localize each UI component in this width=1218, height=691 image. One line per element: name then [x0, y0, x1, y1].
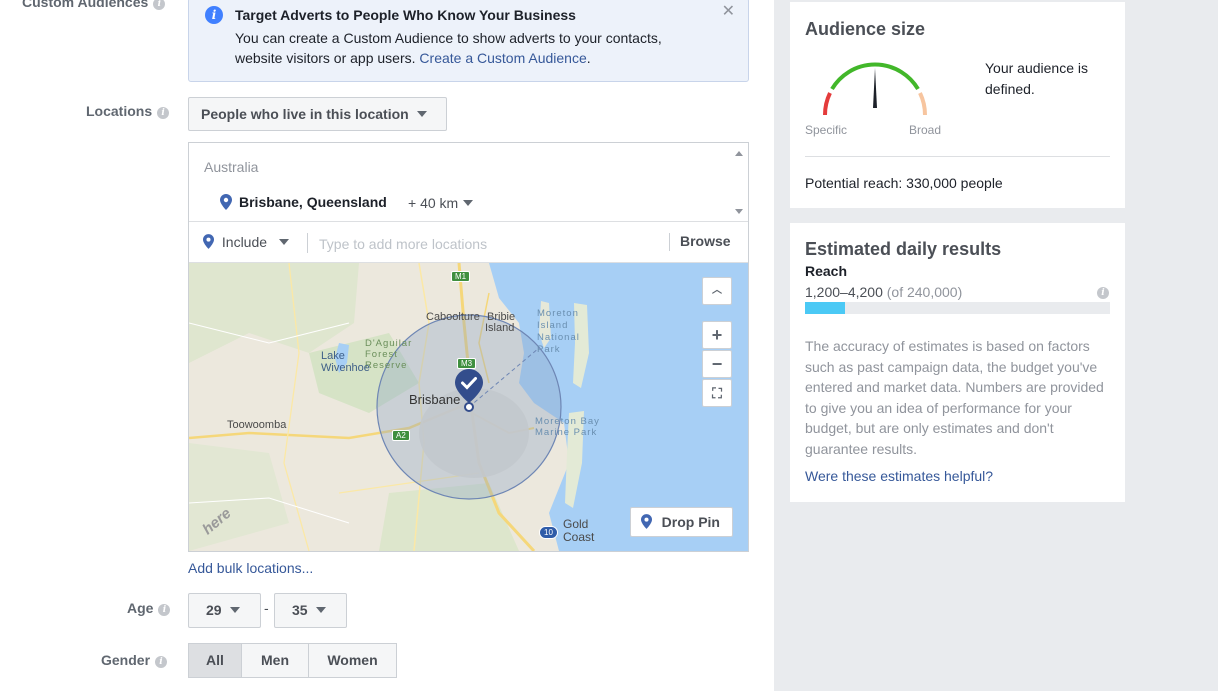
divider — [805, 156, 1110, 157]
browse-button[interactable]: Browse — [680, 233, 731, 249]
chevron-down-icon — [416, 111, 427, 117]
map-label-gold-coast: Gold Coast — [563, 517, 595, 544]
map-label-lake-wivenhoe: Lake Wivenhoe — [321, 350, 370, 374]
age-label: Age i — [127, 600, 171, 616]
radius-dropdown[interactable]: + 40 km — [408, 195, 474, 211]
gender-label: Gender i — [101, 652, 168, 668]
map-label-daguilar: D'Aguilar Forest Reserve — [365, 338, 413, 371]
notice-body: You can create a Custom Audience to show… — [235, 28, 705, 68]
include-label: Include — [221, 234, 268, 250]
page: Custom Audiences i i Target Adverts to Pe… — [0, 0, 1218, 691]
age-min-value: 29 — [206, 602, 222, 618]
reach-label: Reach — [805, 263, 848, 279]
map-label-moreton-bay: Moreton Bay Marine Park — [535, 416, 600, 438]
scrollbar[interactable] — [731, 143, 748, 222]
locations-label: Locations i — [86, 103, 170, 119]
custom-audience-notice: i Target Adverts to People Who Know Your… — [188, 0, 749, 82]
info-icon[interactable]: i — [1097, 287, 1109, 299]
audience-gauge — [815, 58, 935, 127]
potential-reach: Potential reach: 330,000 people — [805, 175, 1003, 191]
audience-size-title: Audience size — [805, 19, 926, 39]
age-max-dropdown[interactable]: 35 — [274, 593, 347, 628]
reach-total: (of 240,000) — [886, 284, 963, 300]
reach-progress-bar — [805, 302, 1110, 314]
create-custom-audience-link[interactable]: Create a Custom Audience — [419, 50, 586, 66]
custom-audiences-text: Custom Audiences — [22, 0, 149, 10]
fit-bounds-icon[interactable]: ⛶ — [702, 379, 732, 407]
reach-progress-fill — [805, 302, 845, 314]
map-marker-icon[interactable] — [455, 369, 483, 418]
gender-text: Gender — [101, 652, 151, 668]
map-collapse-button[interactable]: ︿ — [702, 277, 732, 305]
location-pin-icon — [220, 194, 232, 215]
map-label-toowoomba: Toowoomba — [227, 419, 287, 431]
broad-label: Broad — [909, 123, 942, 137]
reach-range: 1,200–4,200 (of 240,000) — [805, 284, 962, 300]
age-min-dropdown[interactable]: 29 — [188, 593, 261, 628]
shield-10: 10 — [539, 526, 558, 539]
shield-m3: M3 — [457, 358, 477, 369]
location-map[interactable]: Caboolture Bribie Island Moreton Island … — [189, 263, 748, 551]
location-type-dropdown[interactable]: People who live in this location — [188, 97, 447, 131]
audience-size-card: Audience size Specific Broad Your audien… — [790, 2, 1125, 208]
info-icon[interactable]: i — [157, 107, 170, 119]
notice-suffix: . — [586, 50, 591, 66]
info-icon[interactable]: i — [158, 604, 171, 616]
shield-a2: A2 — [392, 430, 410, 441]
estimates-helpful-link[interactable]: Were these estimates helpful? — [805, 468, 993, 484]
specific-label: Specific — [805, 123, 848, 137]
chevron-down-icon — [229, 607, 240, 613]
location-pin-icon — [203, 234, 218, 252]
map-label-brisbane: Brisbane — [409, 392, 461, 407]
location-input-row: Include Browse — [189, 223, 748, 263]
map-label-island: Island — [485, 322, 515, 334]
locations-text: Locations — [86, 103, 153, 119]
zoom-in-button[interactable]: + — [702, 321, 732, 349]
location-type-value: People who live in this location — [201, 106, 409, 122]
age-text: Age — [127, 600, 154, 616]
location-box: Australia Brisbane, Queensland + 40 km I… — [188, 142, 749, 552]
estimates-description: The accuracy of estimates is based on fa… — [805, 338, 1104, 457]
chevron-down-icon — [463, 200, 474, 206]
country-label: Australia — [204, 159, 259, 175]
close-icon[interactable]: ✕ — [722, 1, 735, 21]
chevron-down-icon — [279, 239, 290, 245]
drop-pin-label: Drop Pin — [661, 514, 720, 530]
selected-locations-list: Australia Brisbane, Queensland + 40 km — [189, 143, 748, 222]
estimated-results-card: Estimated daily results Reach 1,200–4,20… — [790, 223, 1125, 502]
location-pin-icon — [640, 514, 656, 532]
shield-m1: M1 — [451, 271, 471, 282]
reach-range-value: 1,200–4,200 — [805, 284, 883, 300]
scroll-down-icon[interactable] — [735, 209, 743, 214]
add-bulk-locations-link[interactable]: Add bulk locations... — [188, 560, 313, 576]
location-city: Brisbane, Queensland — [239, 194, 387, 210]
location-search-input[interactable] — [319, 233, 659, 255]
info-circle-icon: i — [205, 6, 223, 24]
gender-women-button[interactable]: Women — [308, 643, 397, 678]
age-max-value: 35 — [292, 602, 308, 618]
zoom-out-button[interactable]: − — [702, 350, 732, 378]
map-label-caboolture: Caboolture — [426, 311, 480, 323]
gender-men-button[interactable]: Men — [241, 643, 309, 678]
age-separator: - — [264, 600, 269, 616]
divider — [669, 233, 670, 251]
include-dropdown[interactable]: Include — [203, 234, 290, 252]
estimated-results-title: Estimated daily results — [805, 239, 1002, 259]
audience-status: Your audience is defined. — [985, 60, 1089, 97]
targeting-panel: Custom Audiences i i Target Adverts to Pe… — [0, 0, 774, 691]
divider — [307, 233, 308, 253]
custom-audiences-label: Custom Audiences i — [22, 0, 166, 10]
notice-title: Target Adverts to People Who Know Your B… — [235, 7, 576, 23]
info-icon[interactable]: i — [155, 656, 168, 668]
info-icon[interactable]: i — [153, 0, 166, 10]
map-label-moreton-island: Moreton Island National Park — [537, 308, 580, 355]
gender-all-button[interactable]: All — [188, 643, 242, 678]
chevron-down-icon — [315, 607, 326, 613]
scroll-up-icon[interactable] — [735, 151, 743, 156]
radius-value: + 40 km — [408, 195, 459, 211]
drop-pin-button[interactable]: Drop Pin — [629, 507, 733, 537]
